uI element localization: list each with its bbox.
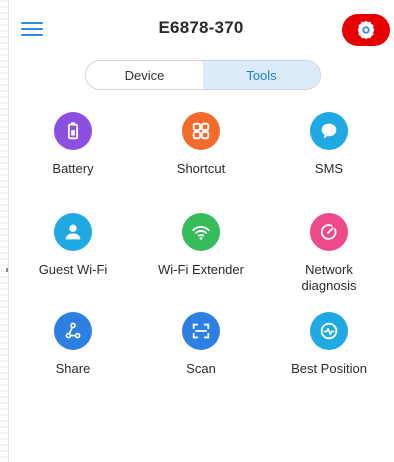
battery-icon <box>54 112 92 150</box>
tool-shortcut[interactable]: Shortcut <box>137 112 265 177</box>
tool-sms[interactable]: SMS <box>265 112 393 177</box>
tool-share[interactable]: Share <box>9 312 137 377</box>
tool-label: SMS <box>314 161 344 176</box>
share-icon <box>54 312 92 350</box>
network-diagnosis-icon <box>310 213 348 251</box>
tool-label: Scan <box>186 361 216 376</box>
shortcut-icon <box>182 112 220 150</box>
tool-label: Best Position <box>291 361 367 376</box>
app-screen: E6878-370 Device Tools Battery Shortcut <box>8 0 393 462</box>
guest-user-icon <box>54 213 92 251</box>
gear-icon <box>357 20 375 40</box>
tool-label: Shortcut <box>176 161 226 176</box>
settings-button[interactable] <box>342 14 390 46</box>
best-position-icon <box>310 312 348 350</box>
tool-label: Battery <box>52 161 94 176</box>
tool-battery[interactable]: Battery <box>9 112 137 177</box>
sms-icon <box>310 112 348 150</box>
tool-guest-wifi[interactable]: Guest Wi-Fi <box>9 213 137 278</box>
tool-wifi-extender[interactable]: Wi-Fi Extender <box>137 213 265 278</box>
tab-tools[interactable]: Tools <box>203 61 320 89</box>
tab-switcher: Device Tools <box>85 60 321 90</box>
left-edge-strip <box>0 0 8 462</box>
tool-label: Wi-Fi Extender <box>158 262 244 277</box>
tool-label: Share <box>55 361 91 376</box>
scan-icon <box>182 312 220 350</box>
tool-best-position[interactable]: Best Position <box>265 312 393 377</box>
tool-network-diagnosis[interactable]: Network diagnosis <box>265 213 393 294</box>
wifi-extender-icon <box>182 213 220 251</box>
tool-label: Guest Wi-Fi <box>38 262 108 277</box>
tool-label: Network diagnosis <box>301 262 357 293</box>
tool-scan[interactable]: Scan <box>137 312 265 377</box>
device-title: E6878-370 <box>158 18 244 37</box>
app-header: E6878-370 <box>9 0 393 58</box>
tab-device[interactable]: Device <box>86 61 203 89</box>
